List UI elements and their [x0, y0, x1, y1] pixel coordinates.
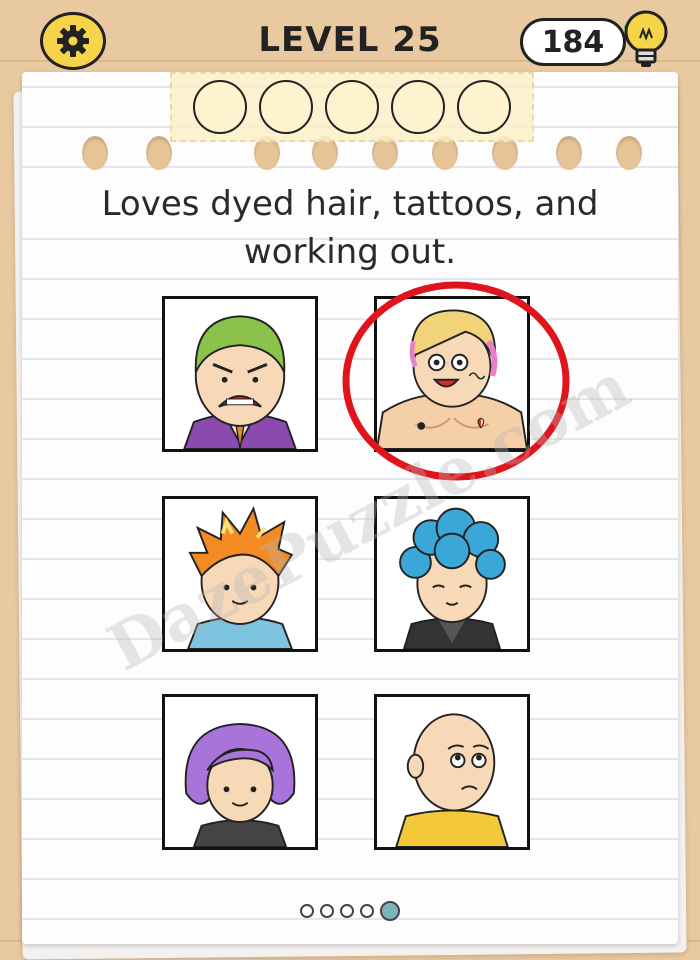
answer-slot[interactable]: [457, 80, 511, 134]
question-line-2: working out.: [243, 232, 457, 272]
curly-hair-man-illustration: [377, 499, 527, 649]
settings-button[interactable]: [40, 12, 106, 70]
binder-hole: [556, 136, 582, 170]
bald-man-illustration: [377, 697, 527, 847]
angry-man-illustration: [165, 299, 315, 449]
selected-answer-circle: [342, 281, 570, 481]
page-dot-active[interactable]: [380, 901, 400, 921]
level-title: LEVEL 25: [258, 20, 442, 60]
option-orange-spiky-hair-boy[interactable]: [162, 496, 318, 652]
page-dot[interactable]: [360, 904, 374, 918]
answer-tape: [170, 72, 534, 142]
question-line-1: Loves dyed hair, tattoos, and: [101, 184, 599, 224]
page-dot[interactable]: [340, 904, 354, 918]
answer-slot[interactable]: [325, 80, 379, 134]
answer-slot[interactable]: [391, 80, 445, 134]
answer-slot[interactable]: [259, 80, 313, 134]
level-pagination: [0, 901, 700, 921]
binder-hole: [616, 136, 642, 170]
spiky-hair-boy-illustration: [165, 499, 315, 649]
option-purple-hair-woman[interactable]: [162, 694, 318, 850]
purple-hair-woman-illustration: [165, 697, 315, 847]
option-bald-worried-man[interactable]: [374, 694, 530, 850]
binder-hole: [82, 136, 108, 170]
answer-slot[interactable]: [193, 80, 247, 134]
option-angry-green-hair-man[interactable]: [162, 296, 318, 452]
gear-icon: [57, 25, 89, 57]
binder-hole: [146, 136, 172, 170]
lightbulb-icon[interactable]: [604, 2, 674, 74]
hint-count: 184: [541, 24, 605, 60]
question-text: Loves dyed hair, tattoos, and working ou…: [40, 180, 660, 276]
page-dot[interactable]: [300, 904, 314, 918]
option-blue-curly-hair-man[interactable]: [374, 496, 530, 652]
page-dot[interactable]: [320, 904, 334, 918]
